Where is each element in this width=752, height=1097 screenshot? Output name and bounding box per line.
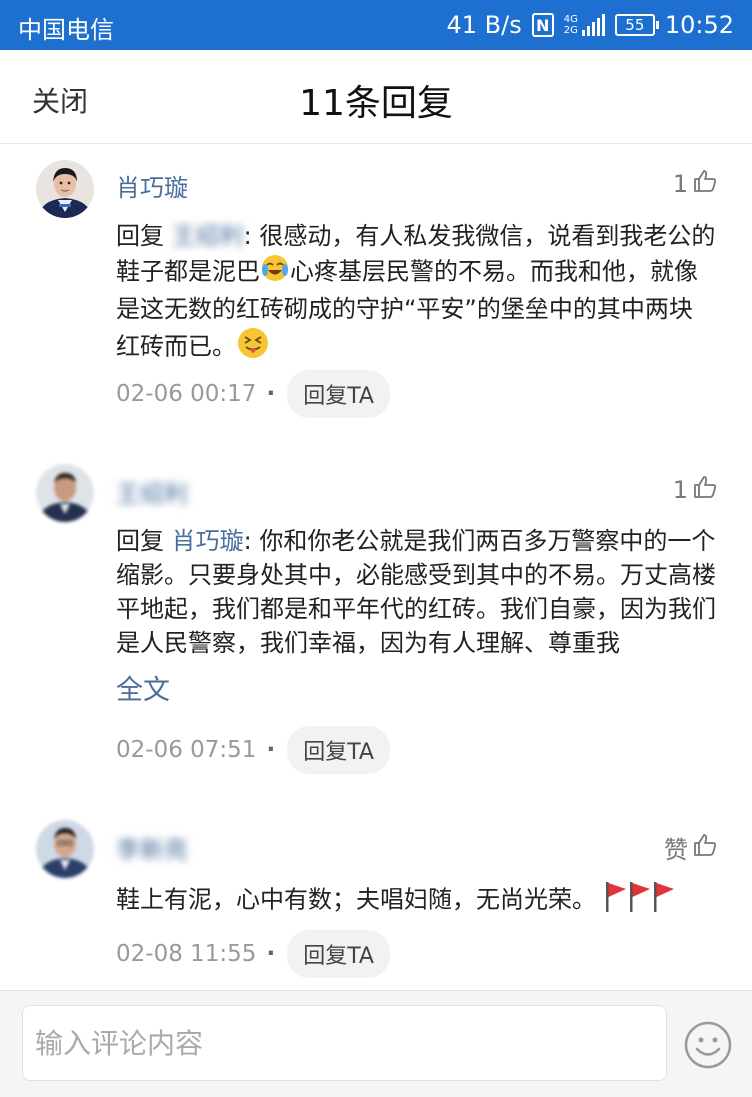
comment-meta: 02-06 07:51 · 回复TA: [116, 726, 390, 774]
like-count: 1: [672, 170, 688, 198]
smiley-icon[interactable]: [683, 1020, 733, 1074]
author-name[interactable]: 王绍利: [116, 474, 188, 509]
comment-time: 02-08 11:55: [116, 941, 257, 967]
comment-time: 02-06 07:51: [116, 737, 257, 763]
reply-prefix: 回复: [116, 527, 164, 555]
like-button[interactable]: 1: [673, 474, 718, 506]
title-bar: 关闭 11条回复: [0, 50, 752, 144]
like-count: 1: [672, 476, 688, 504]
comment-text: 鞋上有泥，心中有数；夫唱妇随，无尚光荣。: [116, 880, 716, 921]
avatar[interactable]: [36, 160, 94, 218]
mention-link[interactable]: 王绍利: [172, 219, 244, 253]
author-name[interactable]: 李新亮: [116, 830, 188, 865]
separator-dot: ·: [266, 737, 276, 763]
red-flag-icon: [604, 880, 628, 921]
network-type-top: 4G: [563, 14, 578, 25]
comment-input-bar: [0, 990, 752, 1097]
comment-text: 回复 王绍利: 很感动，有人私发我微信，说看到我老公的鞋子都是泥巴 心疼基层民警的…: [116, 219, 716, 369]
like-count: 赞: [664, 836, 688, 864]
reply-button[interactable]: 回复TA: [287, 726, 390, 774]
comment-item: 王绍利 1 回复 肖巧璇: 你和你老公就是我们两百多万警察中的一个缩影。只要身处…: [0, 444, 752, 794]
red-flag-icon: [628, 880, 652, 921]
separator-dot: ·: [266, 941, 276, 967]
signal-icon: 4G 2G: [564, 14, 605, 36]
thumbs-up-icon: [688, 168, 718, 200]
separator-dot: ·: [266, 381, 276, 407]
comment-input[interactable]: [22, 1005, 667, 1081]
avatar[interactable]: [36, 464, 94, 522]
comment-meta: 02-08 11:55 · 回复TA: [116, 930, 390, 978]
network-type-bottom: 2G: [563, 25, 578, 36]
like-button[interactable]: 1: [673, 168, 718, 200]
mention-link[interactable]: 肖巧璇: [172, 527, 244, 555]
battery-icon: 55: [614, 14, 659, 36]
comment-item: 李新亮 赞 鞋上有泥，心中有数；夫唱妇随，无尚光荣。 02-08 11:55 ·…: [0, 794, 752, 990]
full-text-link[interactable]: 全文: [116, 668, 170, 707]
status-bar: 中国电信 41 B/s N 4G 2G 55 10:52: [0, 0, 752, 50]
comment-text: 回复 肖巧璇: 你和你老公就是我们两百多万警察中的一个缩影。只要身处其中，必能感…: [116, 524, 716, 660]
thumbs-up-icon: [688, 474, 718, 506]
nfc-icon: N: [531, 13, 554, 37]
battery-level: 55: [625, 16, 645, 34]
squint-tongue-emoji: [236, 326, 270, 369]
avatar[interactable]: [36, 820, 94, 878]
clock: 10:52: [664, 11, 734, 39]
red-flag-icon: [652, 880, 676, 921]
network-speed: 41 B/s: [446, 11, 522, 39]
comment-time: 02-06 00:17: [116, 381, 257, 407]
like-button[interactable]: 赞: [664, 830, 718, 865]
comment-meta: 02-06 00:17 · 回复TA: [116, 370, 390, 418]
crying-laughing-emoji: [260, 253, 290, 292]
carrier-name: 中国电信: [18, 16, 114, 44]
comment-text-content: 鞋上有泥，心中有数；夫唱妇随，无尚光荣。: [116, 885, 596, 914]
comment-item: 肖巧璇 1 回复 王绍利: 很感动，有人私发我微信，说看到我老公的鞋子都是泥巴心…: [0, 144, 752, 444]
author-name[interactable]: 肖巧璇: [116, 168, 188, 203]
status-icons: 41 B/s N 4G 2G 55 10:52: [436, 10, 734, 40]
reply-button[interactable]: 回复TA: [287, 930, 390, 978]
thumbs-up-icon: [688, 832, 718, 864]
page-title: 11条回复: [299, 83, 453, 124]
reply-button[interactable]: 回复TA: [287, 370, 390, 418]
reply-prefix: 回复: [116, 222, 164, 250]
